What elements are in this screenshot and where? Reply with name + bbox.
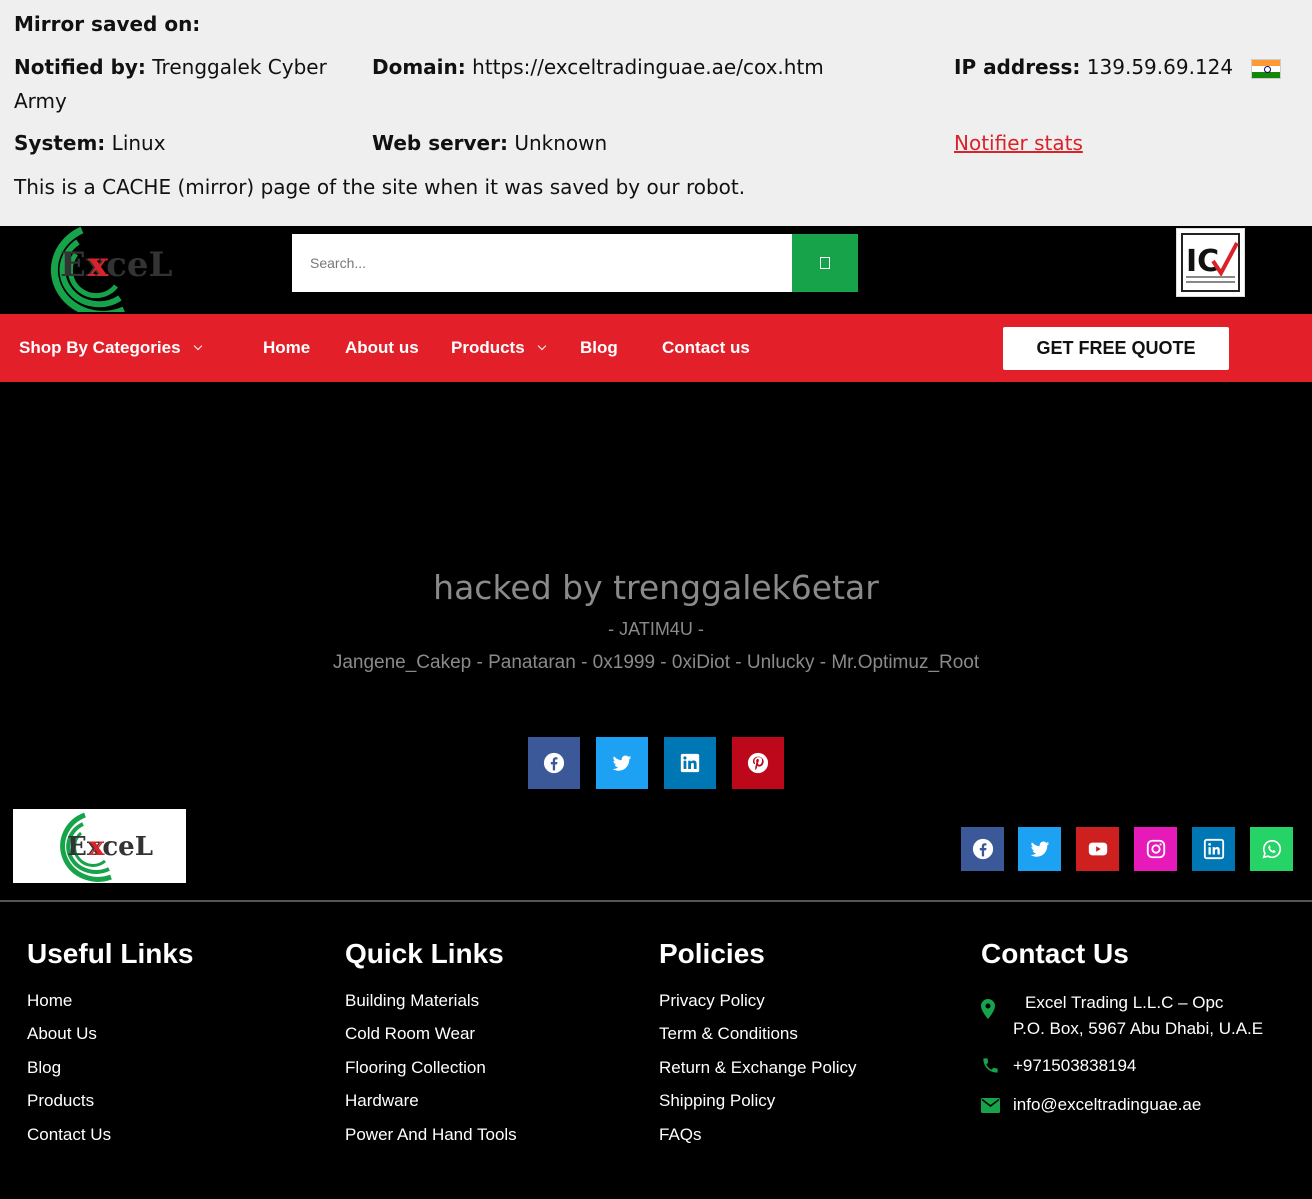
useful-links-heading: Useful Links — [27, 938, 194, 969]
social-twitter-button[interactable] — [1018, 827, 1061, 871]
footer-link-flooring[interactable]: Flooring Collection — [345, 1058, 486, 1078]
footer-excel-logo[interactable]: ExceL x — [13, 809, 186, 883]
social-linkedin-button[interactable] — [1192, 827, 1235, 871]
ic-certification-badge: IC — [1176, 228, 1245, 297]
footer-link-shipping[interactable]: Shipping Policy — [659, 1091, 775, 1111]
footer-link-home[interactable]: Home — [27, 991, 72, 1011]
footer-link-about[interactable]: About Us — [27, 1024, 97, 1044]
nav-contact[interactable]: Contact us — [662, 338, 750, 358]
svg-text:x: x — [89, 832, 105, 862]
twitter-icon — [1030, 841, 1049, 857]
footer-divider — [0, 900, 1312, 902]
notified-by-value-cont: Army — [14, 89, 67, 113]
footer-link-products[interactable]: Products — [27, 1091, 94, 1111]
contact-us-heading: Contact Us — [981, 938, 1129, 969]
hacked-subtitle: - JATIM4U - — [608, 619, 704, 639]
system-row: System: Linux — [14, 131, 166, 155]
webserver-row: Web server: Unknown — [372, 131, 607, 155]
search-input[interactable] — [292, 234, 792, 292]
ip-label: IP address: — [954, 55, 1081, 79]
footer-link-privacy[interactable]: Privacy Policy — [659, 991, 765, 1011]
system-value: Linux — [111, 131, 166, 155]
mirror-saved-label: Mirror saved on: — [14, 12, 201, 36]
policies-heading: Policies — [659, 938, 765, 969]
hacked-title: hacked by trenggalek6etar — [433, 568, 879, 607]
social-youtube-button[interactable] — [1076, 827, 1119, 871]
facebook-icon — [972, 838, 993, 860]
nav-products-label: Products — [451, 338, 525, 357]
ip-value: 139.59.69.124 — [1086, 55, 1234, 79]
contact-address-line1: Excel Trading L.L.C – Opc — [1025, 993, 1224, 1012]
nav-about[interactable]: About us — [345, 338, 419, 358]
footer-link-blog[interactable]: Blog — [27, 1058, 61, 1078]
footer-logo-text: ExceL — [67, 832, 153, 862]
facebook-icon — [543, 752, 565, 774]
social-whatsapp-button[interactable] — [1250, 827, 1293, 871]
nav-shop-by-categories[interactable]: Shop By Categories — [19, 338, 202, 358]
footer-link-hardware[interactable]: Hardware — [345, 1091, 419, 1111]
ip-row: IP address: 139.59.69.124 — [954, 55, 1233, 79]
nav-categories-label: Shop By Categories — [19, 338, 181, 357]
whatsapp-icon — [1262, 839, 1281, 859]
share-pinterest-button[interactable] — [732, 737, 784, 789]
cache-note: This is a CACHE (mirror) page of the sit… — [14, 175, 746, 199]
footer-link-terms[interactable]: Term & Conditions — [659, 1024, 798, 1044]
email-icon — [981, 1098, 1000, 1113]
contact-address-line2: P.O. Box, 5967 Abu Dhabi, U.A.E — [1013, 1019, 1264, 1038]
main-nav: Shop By Categories Home About us Product… — [0, 314, 1312, 382]
phone-icon — [983, 1058, 998, 1073]
contact-email[interactable]: info@exceltradinguae.ae — [1013, 1095, 1201, 1115]
nav-blog[interactable]: Blog — [580, 338, 618, 358]
chevron-down-icon — [537, 341, 546, 351]
svg-text:x: x — [88, 245, 109, 285]
india-flag-icon — [1251, 59, 1281, 79]
instagram-icon — [1146, 839, 1165, 859]
footer-link-faqs[interactable]: FAQs — [659, 1125, 702, 1145]
pinterest-icon — [747, 752, 769, 774]
logo-text: ExceL — [60, 245, 173, 285]
domain-value: https://exceltradinguae.ae/cox.htm — [472, 55, 824, 79]
nav-products[interactable]: Products — [451, 338, 546, 358]
webserver-value: Unknown — [514, 131, 608, 155]
hacked-names: Jangene_Cakep - Panataran - 0x1999 - 0xi… — [332, 652, 980, 673]
social-facebook-button[interactable] — [961, 827, 1004, 871]
share-twitter-button[interactable] — [596, 737, 648, 789]
chevron-down-icon — [193, 341, 202, 351]
share-linkedin-button[interactable] — [664, 737, 716, 789]
share-facebook-button[interactable] — [528, 737, 580, 789]
nav-home[interactable]: Home — [263, 338, 310, 358]
footer-link-building-materials[interactable]: Building Materials — [345, 991, 479, 1011]
domain-row: Domain: https://exceltradinguae.ae/cox.h… — [372, 55, 824, 79]
footer-link-power-tools[interactable]: Power And Hand Tools — [345, 1125, 517, 1145]
get-free-quote-button[interactable]: GET FREE QUOTE — [1003, 327, 1229, 370]
footer-link-contact[interactable]: Contact Us — [27, 1125, 111, 1145]
quick-links-heading: Quick Links — [345, 938, 504, 969]
site-header: ExceL x IC — [0, 226, 1312, 318]
social-instagram-button[interactable] — [1134, 827, 1177, 871]
notifier-stats-link[interactable]: Notifier stats — [954, 131, 1083, 155]
excel-logo[interactable]: ExceL x — [20, 226, 190, 318]
search-icon — [820, 257, 830, 269]
footer-link-cold-room-wear[interactable]: Cold Room Wear — [345, 1024, 475, 1044]
footer-link-return-policy[interactable]: Return & Exchange Policy — [659, 1058, 857, 1078]
notified-by-label: Notified by: — [14, 55, 146, 79]
location-pin-icon — [981, 999, 995, 1019]
system-label: System: — [14, 131, 106, 155]
notified-by-row: Notified by: Trenggalek Cyber — [14, 55, 327, 79]
notified-by-value: Trenggalek Cyber — [152, 55, 327, 79]
linkedin-icon — [1203, 838, 1224, 860]
mirror-info-panel: Mirror saved on: Notified by: Trenggalek… — [0, 0, 1312, 226]
webserver-label: Web server: — [372, 131, 508, 155]
contact-phone[interactable]: +971503838194 — [1013, 1056, 1136, 1076]
linkedin-icon — [680, 753, 700, 773]
twitter-icon — [612, 755, 632, 771]
youtube-icon — [1088, 842, 1107, 856]
search-bar — [292, 234, 858, 292]
search-button[interactable] — [792, 234, 858, 292]
domain-label: Domain: — [372, 55, 466, 79]
